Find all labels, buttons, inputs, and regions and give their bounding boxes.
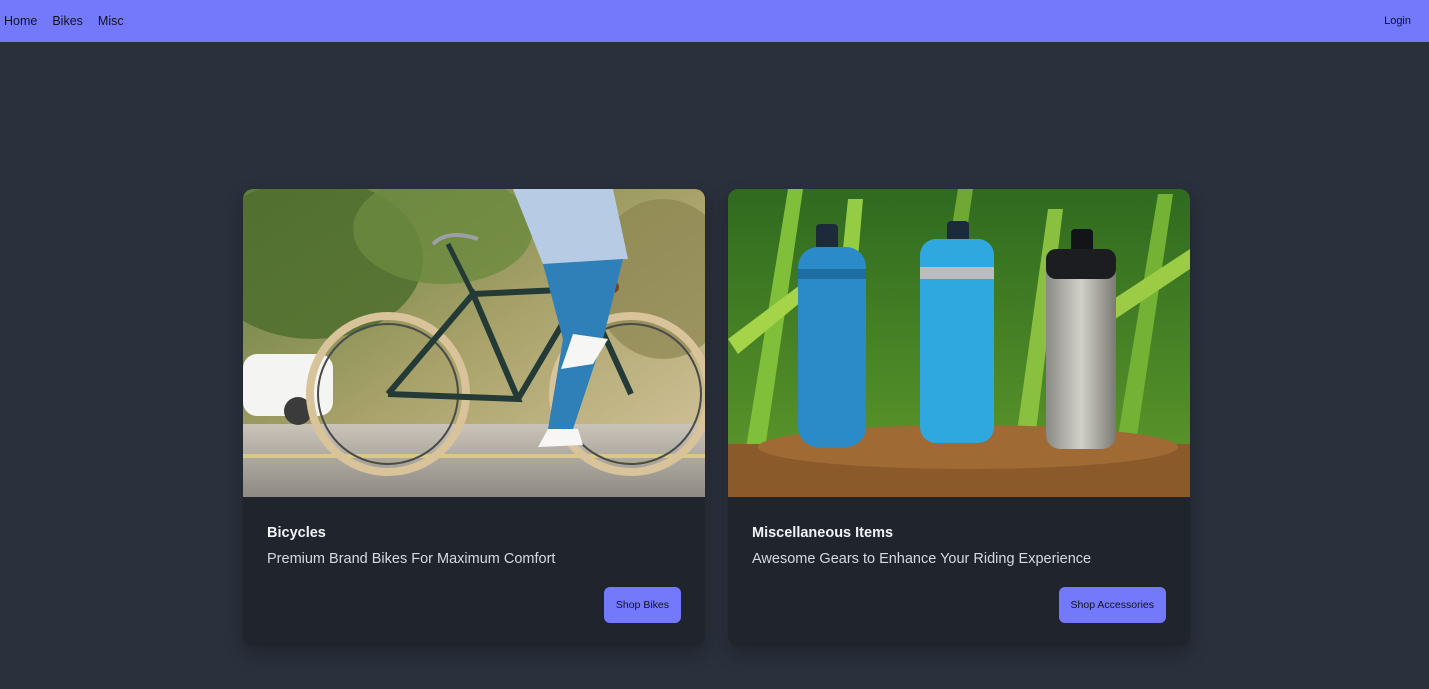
- nav-link-bikes[interactable]: Bikes: [52, 14, 83, 28]
- card-title: Miscellaneous Items: [752, 525, 894, 541]
- card-title: Bicycles: [267, 525, 326, 541]
- bicycles-card: Bicycles Premium Brand Bikes For Maximum…: [243, 189, 705, 646]
- misc-items-card: Miscellaneous Items Awesome Gears to Enh…: [728, 189, 1190, 646]
- water-bottles-photo: [728, 189, 1190, 497]
- nav-links: Home Bikes Misc: [4, 14, 124, 28]
- misc-items-card-body: Miscellaneous Items Awesome Gears to Enh…: [728, 497, 1190, 646]
- bicycle-photo: [243, 189, 705, 497]
- shop-bikes-button[interactable]: Shop Bikes: [603, 587, 681, 623]
- nav-link-misc[interactable]: Misc: [98, 14, 124, 28]
- bicycles-card-body: Bicycles Premium Brand Bikes For Maximum…: [243, 497, 705, 646]
- shop-accessories-button[interactable]: Shop Accessories: [1058, 587, 1166, 623]
- card-description: Awesome Gears to Enhance Your Riding Exp…: [752, 551, 1092, 567]
- card-description: Premium Brand Bikes For Maximum Comfort: [267, 551, 556, 567]
- nav-link-home[interactable]: Home: [4, 14, 37, 28]
- login-link[interactable]: Login: [1384, 15, 1411, 27]
- top-navbar: Home Bikes Misc Login: [0, 0, 1429, 42]
